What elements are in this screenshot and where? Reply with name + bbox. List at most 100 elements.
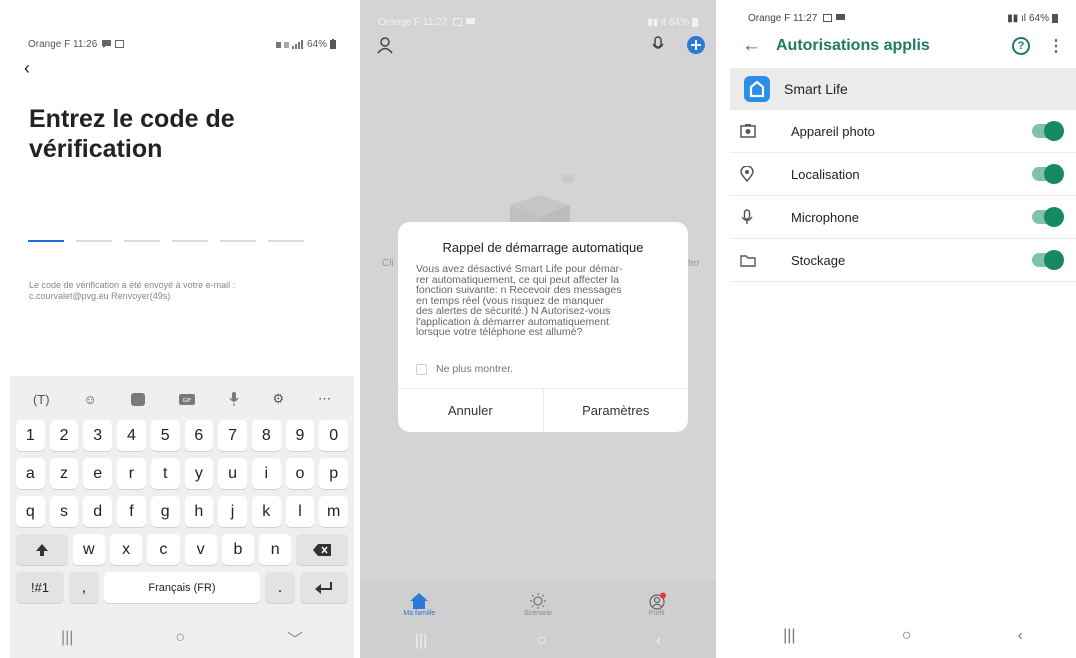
key-z[interactable]: z [49,458,79,489]
key-7[interactable]: 7 [218,420,247,451]
location-toggle[interactable] [1032,164,1064,184]
dont-show-again[interactable]: Ne plus montrer. [416,363,513,375]
key-4[interactable]: 4 [117,420,146,451]
shift-key[interactable] [16,534,68,565]
permission-row-camera[interactable]: Appareil photo [730,110,1076,153]
app-name: Smart Life [784,81,848,97]
key-k[interactable]: k [251,496,281,527]
code-input[interactable] [28,240,304,242]
key-f[interactable]: f [117,496,146,527]
key-d[interactable]: d [83,496,113,527]
home-circle-icon[interactable]: ○ [537,632,547,650]
space-key[interactable]: Français (FR) [104,572,260,603]
key-c[interactable]: c [147,534,180,565]
key-h[interactable]: h [184,496,214,527]
symbols-key[interactable]: !#1 [16,572,64,603]
tab-my-family[interactable]: Ma famille [384,592,454,617]
back-icon[interactable]: ‹ [24,58,30,79]
tab-scenario[interactable]: Scénario [503,592,573,617]
battery-percent: 64% [668,16,689,28]
cancel-button[interactable]: Annuler [398,389,543,432]
recent-apps-icon[interactable]: ||| [415,632,427,650]
key-8[interactable]: 8 [251,420,281,451]
home-icon [410,592,429,609]
comma-key[interactable]: , [69,572,99,603]
folder-icon [740,254,756,267]
settings-button[interactable]: Paramètres [542,389,689,432]
hide-keyboard-icon[interactable]: ﹀ [287,626,303,650]
add-device-icon[interactable] [686,35,706,55]
code-digit-5[interactable] [220,240,256,242]
key-x[interactable]: x [109,534,143,565]
code-digit-6[interactable] [268,240,304,242]
dont-show-checkbox[interactable] [416,363,427,375]
dialog-body: Vous avez désactivé Smart Life pour déma… [416,264,672,338]
key-w[interactable]: w [72,534,105,565]
key-e[interactable]: e [83,458,113,489]
gear-icon[interactable]: ⚙ [272,391,284,407]
sticker-icon[interactable] [130,392,145,406]
code-digit-3[interactable] [124,240,160,242]
microphone-toggle[interactable] [1032,207,1064,227]
message-icon [102,40,112,48]
key-o[interactable]: o [285,458,315,489]
period-key[interactable]: . [265,572,295,603]
back-nav-icon[interactable]: ‹ [656,632,661,650]
code-digit-2[interactable] [76,240,112,242]
microphone-icon[interactable] [228,392,239,406]
microphone-icon[interactable] [652,36,664,54]
key-2[interactable]: 2 [49,420,79,451]
back-nav-icon[interactable]: ‹ [1018,627,1023,645]
key-y[interactable]: y [184,458,214,489]
key-i[interactable]: i [251,458,281,489]
signal-icon [275,39,303,49]
key-j[interactable]: j [218,496,247,527]
key-6[interactable]: 6 [184,420,214,451]
code-digit-1[interactable] [28,240,64,242]
home-circle-icon[interactable]: ○ [902,627,912,645]
key-n[interactable]: n [259,534,292,565]
back-arrow-icon[interactable]: ← [742,35,776,57]
key-p[interactable]: p [319,458,349,489]
gif-icon[interactable]: GIF [178,393,195,405]
key-g[interactable]: g [150,496,180,527]
key-5[interactable]: 5 [150,420,180,451]
key-s[interactable]: s [49,496,79,527]
key-b[interactable]: b [221,534,255,565]
permission-row-storage[interactable]: Stockage [730,239,1076,282]
key-1[interactable]: 1 [16,420,45,451]
permission-row-microphone[interactable]: Microphone [730,196,1076,239]
keyboard-toolbar: (T) ☺ GIF ⚙ ⋯ [10,384,354,414]
storage-toggle[interactable] [1032,250,1064,270]
info-line-2[interactable]: c.courvalet@pvg.eu Renvoyer(49s) [29,291,329,302]
page-title: Autorisations applis [776,37,930,54]
status-carrier-time: Orange F 11:26 [28,38,98,50]
key-0[interactable]: 0 [319,420,349,451]
recent-apps-icon[interactable]: ||| [783,627,795,645]
key-u[interactable]: u [218,458,247,489]
key-q[interactable]: q [16,496,45,527]
key-l[interactable]: l [285,496,315,527]
backspace-key[interactable] [296,534,348,565]
enter-key[interactable] [300,572,348,603]
key-9[interactable]: 9 [285,420,315,451]
camera-toggle[interactable] [1032,121,1064,141]
help-icon[interactable]: ? [1012,37,1030,55]
code-digit-4[interactable] [172,240,208,242]
key-a[interactable]: a [16,458,45,489]
home-circle-icon[interactable]: ○ [175,629,185,647]
more-icon[interactable]: ⋯ [318,391,331,407]
key-3[interactable]: 3 [83,420,113,451]
recent-apps-icon[interactable]: ||| [61,629,73,647]
text-mode-icon[interactable]: (T) [33,392,50,407]
key-t[interactable]: t [150,458,180,489]
user-icon[interactable] [376,36,394,54]
key-r[interactable]: r [117,458,146,489]
more-options-icon[interactable]: ⋮ [1048,36,1064,56]
key-m[interactable]: m [319,496,349,527]
permission-row-location[interactable]: Localisation [730,153,1076,196]
key-v[interactable]: v [184,534,217,565]
gallery-icon [823,14,833,22]
emoji-icon[interactable]: ☺ [83,392,96,407]
tab-profile[interactable]: Profil [622,592,692,617]
